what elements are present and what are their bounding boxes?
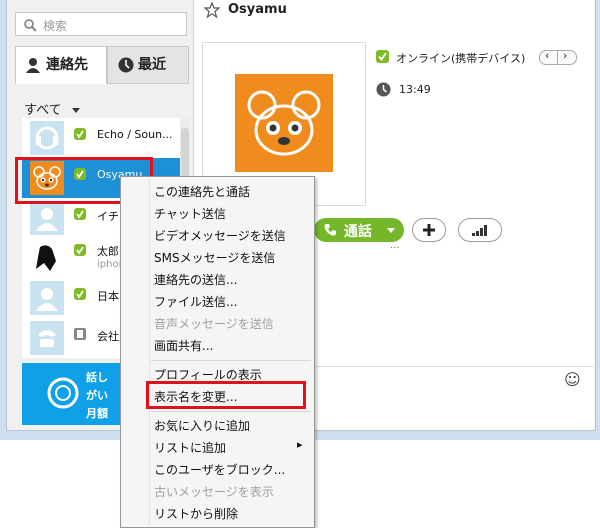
menu-gutter	[149, 179, 150, 525]
more-dots[interactable]: ...	[390, 240, 400, 251]
headset-icon	[30, 121, 64, 155]
status-check-icon	[376, 50, 389, 63]
phone-icon	[30, 321, 64, 355]
menu-item-send-voice-message: 音声メッセージを送信	[154, 317, 274, 331]
call-button[interactable]: 通話	[314, 218, 404, 242]
highlight-box	[146, 381, 306, 409]
call-quality-button[interactable]	[458, 218, 502, 242]
nav-next-icon[interactable]: ›	[563, 49, 567, 62]
menu-item-send-file[interactable]: ファイル送信...	[154, 293, 237, 310]
menu-item-block-user[interactable]: このユーザをブロック...	[154, 461, 285, 478]
status-check-icon	[74, 244, 86, 256]
filter-label: すべて	[24, 103, 62, 118]
star-icon[interactable]	[204, 2, 220, 18]
signal-icon	[472, 225, 487, 236]
online-status: オンライン(携帯デバイス)	[396, 52, 526, 65]
submenu-arrow-icon: ▸	[297, 438, 303, 451]
filter-dropdown[interactable]: すべて	[24, 99, 80, 118]
menu-item-show-old-messages: 古いメッセージを表示	[154, 485, 274, 499]
profile-picture	[235, 74, 333, 172]
nav-prev-icon[interactable]: ‹	[545, 49, 549, 62]
clock-icon	[376, 82, 391, 97]
promo-line: 話し	[86, 371, 108, 384]
profile-navigation: ‹ ›	[539, 49, 577, 65]
tab-contacts[interactable]: 連絡先	[15, 46, 107, 84]
promo-line: 月額	[86, 407, 108, 420]
conversation-title: Osyamu	[228, 2, 287, 17]
menu-item-add-to-list[interactable]: リストに追加	[154, 439, 226, 456]
menu-item-screen-share[interactable]: 画面共有...	[154, 337, 213, 354]
chevron-down-icon[interactable]	[387, 228, 395, 233]
menu-separator	[151, 411, 311, 412]
local-time: 13:49	[399, 83, 431, 96]
tab-recent[interactable]: 最近	[107, 46, 189, 84]
person-icon	[26, 58, 40, 73]
nav-divider	[557, 51, 558, 64]
call-icon	[324, 224, 336, 236]
chevron-down-icon	[71, 107, 80, 113]
promo-line: がい	[86, 389, 108, 402]
promo-icon	[47, 377, 79, 409]
menu-item-send-contacts[interactable]: 連絡先の送信...	[154, 271, 237, 288]
plus-icon	[423, 224, 435, 236]
status-check-icon	[74, 208, 86, 220]
status-check-icon	[74, 128, 86, 140]
tab-recent-label: 最近	[138, 57, 166, 73]
avatar-default-icon	[30, 201, 64, 235]
avatar	[30, 241, 64, 275]
add-button[interactable]	[412, 218, 446, 242]
search-icon	[24, 19, 37, 32]
clock-icon	[118, 57, 134, 73]
search-box[interactable]: 検索	[15, 12, 187, 36]
avatar-default-icon	[30, 281, 64, 315]
menu-separator	[151, 360, 311, 361]
search-placeholder: 検索	[43, 19, 68, 33]
tab-contacts-label: 連絡先	[46, 57, 88, 73]
contact-name: Echo / Soun...	[97, 128, 173, 141]
menu-item-send-sms[interactable]: SMSメッセージを送信	[154, 249, 275, 266]
menu-item-send-video-message[interactable]: ビデオメッセージを送信	[154, 227, 286, 244]
context-menu: この連絡先と通話 チャット送信 ビデオメッセージを送信 SMSメッセージを送信 …	[120, 176, 315, 528]
landline-status-icon	[74, 328, 86, 340]
menu-item-send-chat[interactable]: チャット送信	[154, 205, 226, 222]
menu-item-add-favorite[interactable]: お気に入りに追加	[154, 417, 250, 434]
menu-item-remove-from-list[interactable]: リストから削除	[154, 505, 238, 522]
list-item[interactable]: Echo / Soun...	[22, 118, 180, 158]
contact-tabs: 連絡先 最近	[15, 46, 189, 84]
status-check-icon	[74, 288, 86, 300]
call-label: 通話	[344, 224, 372, 240]
menu-item-call[interactable]: この連絡先と通話	[154, 183, 250, 200]
emoji-icon[interactable]: ☺	[564, 370, 581, 389]
